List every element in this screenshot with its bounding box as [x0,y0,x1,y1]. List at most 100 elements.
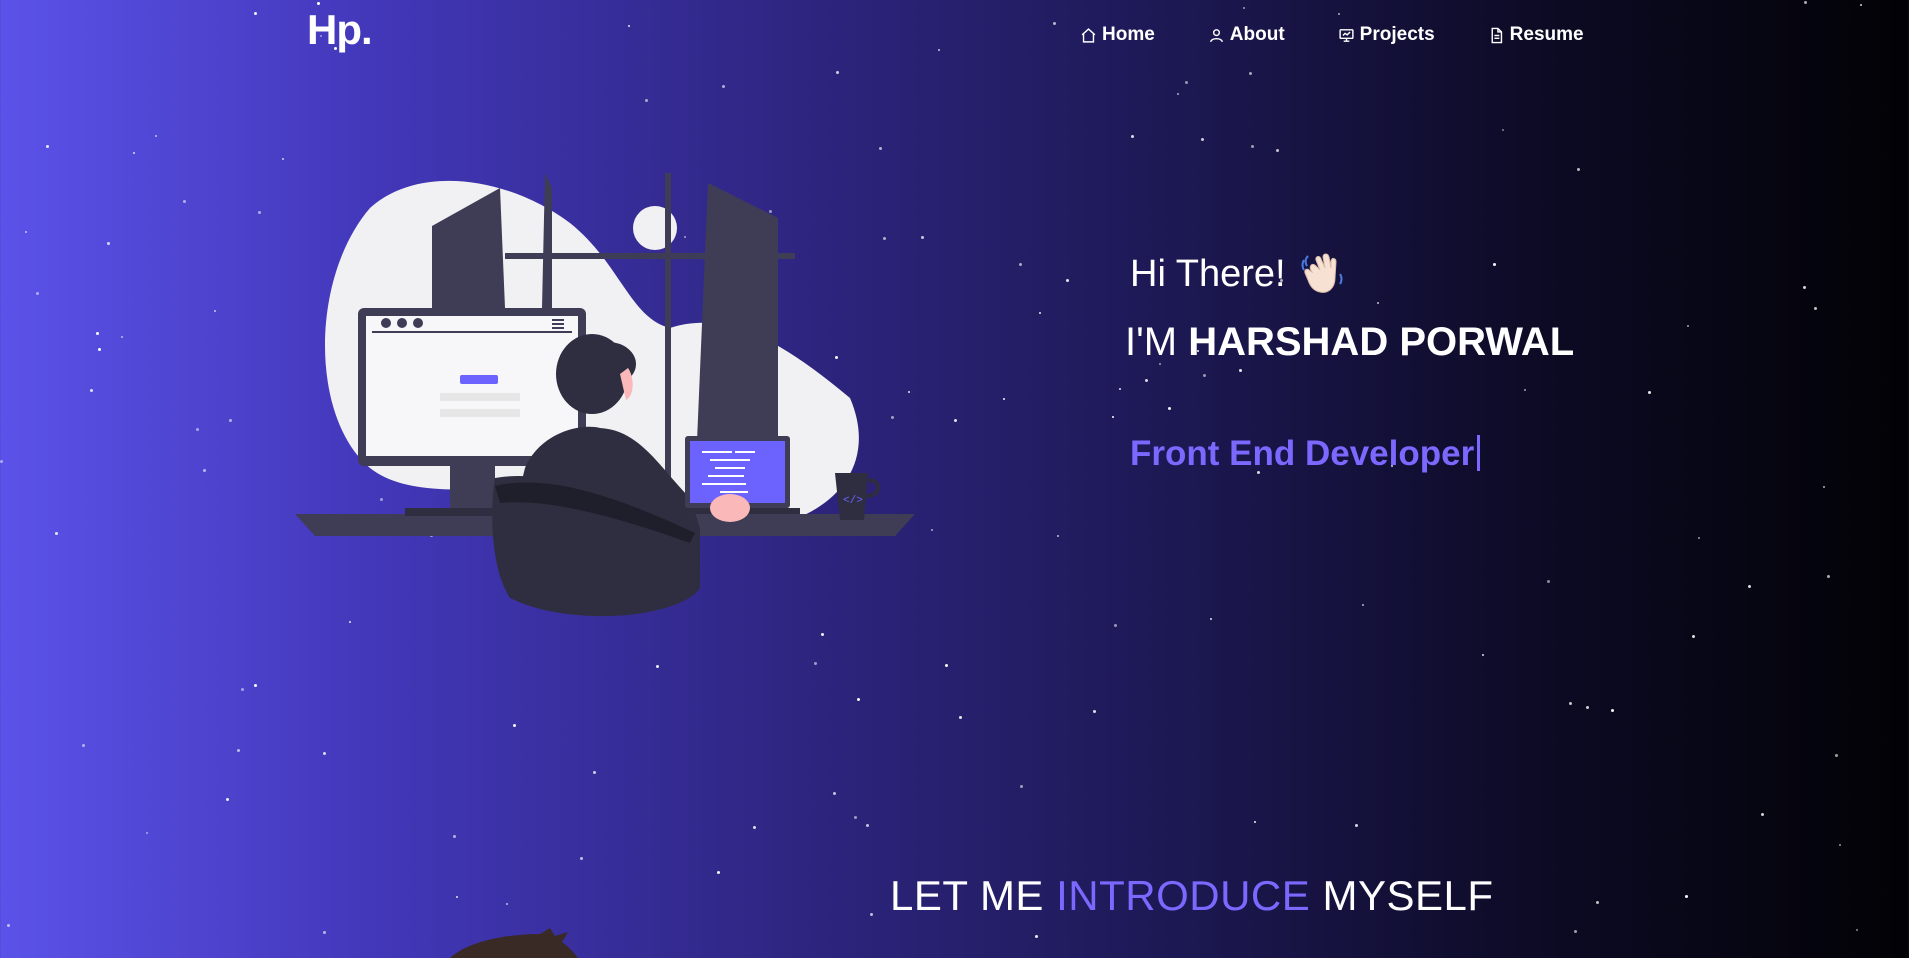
main-nav: Home About Projects Resume [1080,24,1637,46]
star-dot [1185,81,1188,84]
star-dot [722,85,725,88]
star-dot [1823,486,1825,488]
hero-name-prefix: I'M [1125,320,1178,364]
star-dot [183,200,186,203]
nav-projects[interactable]: Projects [1338,24,1435,46]
star-dot [1145,379,1148,382]
star-dot [1814,307,1817,310]
star-dot [833,792,836,795]
site-logo[interactable]: Hp. [307,6,373,54]
star-dot [1112,416,1114,418]
star-dot [753,826,756,829]
star-dot [1131,135,1134,138]
star-dot [241,688,244,691]
avatar-image-peek [450,928,578,958]
star-dot [1243,7,1245,9]
typewriter-cursor [1477,435,1481,471]
star-dot [1377,302,1379,304]
star-dot [1761,813,1764,816]
star-dot [25,231,27,233]
star-dot [1804,1,1807,4]
star-dot [870,913,873,916]
star-dot [36,292,39,295]
intro-part-3: MYSELF [1322,872,1494,919]
star-dot [323,931,326,934]
hero-greeting: Hi There! [1130,252,1286,295]
star-dot [1114,624,1117,627]
nav-about[interactable]: About [1208,24,1285,46]
star-dot [317,2,320,5]
star-dot [82,744,85,747]
star-dot [456,896,458,898]
star-dot [954,419,957,422]
star-dot [0,460,3,463]
star-dot [107,242,110,245]
star-dot [1692,635,1695,638]
star-dot [879,147,882,150]
star-dot [1856,929,1858,931]
star-dot [1547,580,1550,583]
star-dot [196,428,199,431]
star-dot [1203,374,1206,377]
hero-name: HARSHAD PORWAL [1188,320,1575,364]
star-dot [133,152,135,154]
nav-projects-label: Projects [1359,24,1435,45]
intro-part-2: INTRODUCE [1056,872,1311,919]
star-dot [814,662,817,665]
star-dot [717,871,720,874]
star-dot [1835,754,1838,757]
star-dot [938,49,940,51]
nav-resume-label: Resume [1509,24,1584,45]
intro-heading: LET ME INTRODUCE MYSELF [890,872,1494,920]
star-dot [46,145,49,148]
star-dot [1586,706,1589,709]
star-dot [1685,895,1688,898]
star-dot [506,903,508,905]
star-dot [282,158,284,160]
star-dot [1035,935,1038,938]
star-dot [254,684,257,687]
star-dot [857,698,860,701]
hero-role: Front End Developer [1130,434,1475,473]
star-dot [1019,263,1022,266]
star-dot [1201,138,1204,141]
star-dot [513,724,516,727]
star-dot [121,336,123,338]
star-dot [1066,279,1069,282]
star-dot [959,716,962,719]
nav-home[interactable]: Home [1080,24,1155,46]
star-dot [580,857,583,860]
star-dot [258,211,261,214]
star-dot [146,832,148,834]
svg-text:</>: </> [843,495,863,507]
hero-name-row: I'M HARSHAD PORWAL [1125,320,1574,365]
star-dot [1803,286,1806,289]
star-dot [1577,168,1580,171]
star-dot [854,816,857,819]
waving-hand-icon [1301,253,1343,293]
home-icon [1081,27,1096,43]
nav-about-label: About [1229,24,1285,45]
star-dot [1698,537,1700,539]
star-dot [1493,263,1496,266]
nav-resume[interactable]: Resume [1488,24,1584,46]
star-dot [1502,129,1504,131]
star-dot [1827,575,1830,578]
star-dot [1003,398,1005,400]
star-dot [1057,535,1059,537]
star-dot [945,664,948,667]
star-dot [1276,149,1279,152]
star-dot [7,924,10,927]
hero-greeting-row: Hi There! [1130,250,1346,298]
star-dot [1119,388,1121,390]
star-dot [1338,13,1340,15]
star-dot [90,389,93,392]
star-dot [1254,821,1256,823]
hero-role-row: Front End Developer [1130,434,1481,474]
star-dot [254,12,257,15]
star-dot [645,99,648,102]
star-dot [453,835,456,838]
star-dot [229,419,232,422]
star-dot [1039,312,1041,314]
star-dot [1860,4,1862,6]
